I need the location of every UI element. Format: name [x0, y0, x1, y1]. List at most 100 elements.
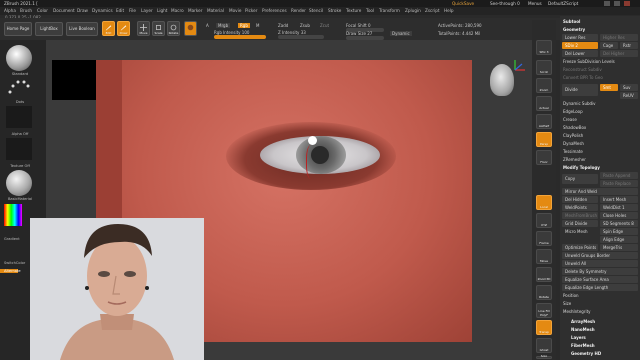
move-mode-button[interactable]: Move: [137, 21, 150, 36]
alternate-toggle[interactable]: Alternate: [0, 269, 21, 273]
claypolish-button[interactable]: ClayPolish: [560, 132, 640, 139]
actual-button[interactable]: Actual: [536, 96, 552, 111]
color-picker-icon[interactable]: [4, 204, 22, 226]
zoom3d-button[interactable]: Zoom3D: [536, 267, 552, 282]
layers-header[interactable]: Layers: [568, 334, 640, 341]
close-icon[interactable]: [624, 1, 630, 6]
spin-edge-button[interactable]: Spin Edge: [600, 228, 638, 235]
menu-item-material[interactable]: Material: [207, 7, 224, 15]
shadowbox-button[interactable]: ShadowBox: [560, 124, 640, 131]
menu-item-file[interactable]: File: [129, 7, 136, 15]
menu-item-marker[interactable]: Marker: [188, 7, 202, 15]
position-header[interactable]: Position: [560, 292, 640, 299]
standard-brush-icon[interactable]: [6, 45, 32, 71]
xyz-button[interactable]: XYZ: [536, 213, 552, 228]
polyframe-button[interactable]: Line Fill PolyF: [536, 303, 552, 318]
rgb-intensity-bar[interactable]: [214, 35, 266, 39]
menu-item-light[interactable]: Light: [157, 7, 167, 15]
size-header[interactable]: Size: [560, 300, 640, 307]
geometry-header[interactable]: Geometry: [560, 26, 640, 33]
fiber-mesh-header[interactable]: FiberMesh: [568, 342, 640, 349]
ghost-button[interactable]: Ghost: [536, 338, 552, 353]
higher-res-button[interactable]: Higher Res: [600, 34, 638, 41]
mesh-integrity-header[interactable]: MeshIntegrity: [560, 308, 640, 315]
paste-append-button[interactable]: Paste Append: [600, 172, 638, 179]
menu-item-picker[interactable]: Picker: [245, 7, 257, 15]
insert-mesh-button[interactable]: Insert Mesh: [600, 196, 638, 203]
welddist-slider[interactable]: WeldDist 1: [600, 204, 638, 211]
smt-toggle[interactable]: Smt: [600, 84, 618, 91]
del-hidden-button[interactable]: Del Hidden: [562, 196, 598, 203]
equalize-edge-length-button[interactable]: Equalize Edge Length: [562, 284, 638, 291]
dots-stroke-icon[interactable]: [6, 76, 32, 98]
maximize-icon[interactable]: [614, 1, 620, 6]
rotate-view-button[interactable]: Rotate: [536, 285, 552, 300]
home-page-button[interactable]: Home Page: [4, 22, 32, 36]
aahalf-button[interactable]: AAHalf: [536, 114, 552, 129]
menu-item-render[interactable]: Render: [291, 7, 306, 15]
menu-item-transform[interactable]: Transform: [379, 7, 400, 15]
menu-item-help[interactable]: Help: [444, 7, 454, 15]
menu-item-tool[interactable]: Tool: [366, 7, 374, 15]
cage-button[interactable]: Cage: [600, 42, 618, 49]
move-view-button[interactable]: Move: [536, 249, 552, 264]
rgb-toggle[interactable]: Rgb: [238, 23, 250, 28]
texture-slot-icon[interactable]: [6, 138, 32, 160]
modify-topology-header[interactable]: Modify Topology: [560, 164, 640, 171]
sd-segments-slider[interactable]: SD Segments 8: [600, 220, 638, 227]
menu-item-zplugin[interactable]: Zplugin: [405, 7, 421, 15]
mesh-from-brush-button[interactable]: MeshFromBrush: [562, 212, 598, 219]
menu-item-movie[interactable]: Movie: [229, 7, 241, 15]
geometry-hd-header[interactable]: Geometry HD: [568, 350, 640, 357]
menu-item-stroke[interactable]: Stroke: [328, 7, 341, 15]
persp-button[interactable]: Persp: [536, 132, 552, 147]
draw-mode-button[interactable]: Draw: [117, 21, 130, 36]
array-mesh-header[interactable]: ArrayMesh: [568, 318, 640, 325]
menus-button[interactable]: Menus: [528, 0, 542, 7]
freeze-subdiv-button[interactable]: Freeze SubDivision Levels: [560, 58, 640, 65]
copy-button[interactable]: Copy: [562, 174, 598, 184]
see-through-slider[interactable]: See-through 0: [490, 0, 520, 7]
scale-mode-button[interactable]: Scale: [152, 21, 165, 36]
lightbox-button[interactable]: LightBox: [35, 22, 63, 36]
menu-item-stencil[interactable]: Stencil: [309, 7, 323, 15]
default-script-button[interactable]: DefaultZScript: [548, 0, 578, 7]
floor-button[interactable]: Floor: [536, 150, 552, 165]
dynamic-subdiv-button[interactable]: Dynamic Subdiv: [560, 100, 640, 107]
rotate-mode-button[interactable]: Rotate: [167, 21, 180, 36]
zcut-toggle[interactable]: Zcut: [320, 23, 329, 28]
menu-item-dynamics[interactable]: Dynamics: [92, 7, 113, 15]
zremesher-button[interactable]: ZRemesher: [560, 156, 640, 163]
quicksave-button[interactable]: QuickSave: [452, 0, 474, 7]
sdiv-slider[interactable]: SDiv 2: [562, 42, 598, 49]
menu-item-color[interactable]: Color: [37, 7, 48, 15]
tessimate-button[interactable]: Tessimate: [560, 148, 640, 155]
rstr-button[interactable]: Rstr: [620, 42, 638, 49]
menu-item-draw[interactable]: Draw: [77, 7, 88, 15]
subtool-header[interactable]: Subtool: [560, 18, 640, 25]
dynamic-toggle[interactable]: Dynamic: [390, 31, 412, 36]
mrgb-toggle[interactable]: Mrgb: [216, 23, 231, 28]
divide-button[interactable]: Divide: [562, 84, 598, 96]
optimize-points-button[interactable]: Optimize Points: [562, 244, 598, 251]
material-sphere-icon[interactable]: [6, 170, 32, 196]
merge-tris-button[interactable]: MergeTris: [600, 244, 638, 251]
reconstruct-subdiv-button[interactable]: Reconstruct Subdiv: [560, 66, 640, 73]
unweld-groups-border-button[interactable]: Unweld Groups Border: [562, 252, 638, 259]
edit-mode-button[interactable]: Edit: [102, 21, 115, 36]
zadd-toggle[interactable]: Zadd: [278, 23, 288, 28]
z-intensity-bar[interactable]: [278, 35, 324, 39]
frame-button[interactable]: Frame: [536, 231, 552, 246]
transp-button[interactable]: Transp: [536, 320, 552, 335]
menu-item-texture[interactable]: Texture: [346, 7, 361, 15]
solo-button[interactable]: Solo: [536, 354, 552, 359]
dynamesh-button[interactable]: DynaMesh: [560, 140, 640, 147]
micro-mesh-button[interactable]: Micro Mesh: [562, 228, 598, 235]
minimize-icon[interactable]: [604, 1, 610, 6]
alpha-slot-icon[interactable]: [6, 106, 32, 128]
nano-mesh-header[interactable]: NanoMesh: [568, 326, 640, 333]
mirror-and-weld-button[interactable]: Mirror And Weld: [562, 188, 638, 195]
lower-res-button[interactable]: Lower Res: [562, 34, 598, 41]
menu-item-layer[interactable]: Layer: [141, 7, 153, 15]
m-toggle[interactable]: M: [256, 23, 259, 28]
